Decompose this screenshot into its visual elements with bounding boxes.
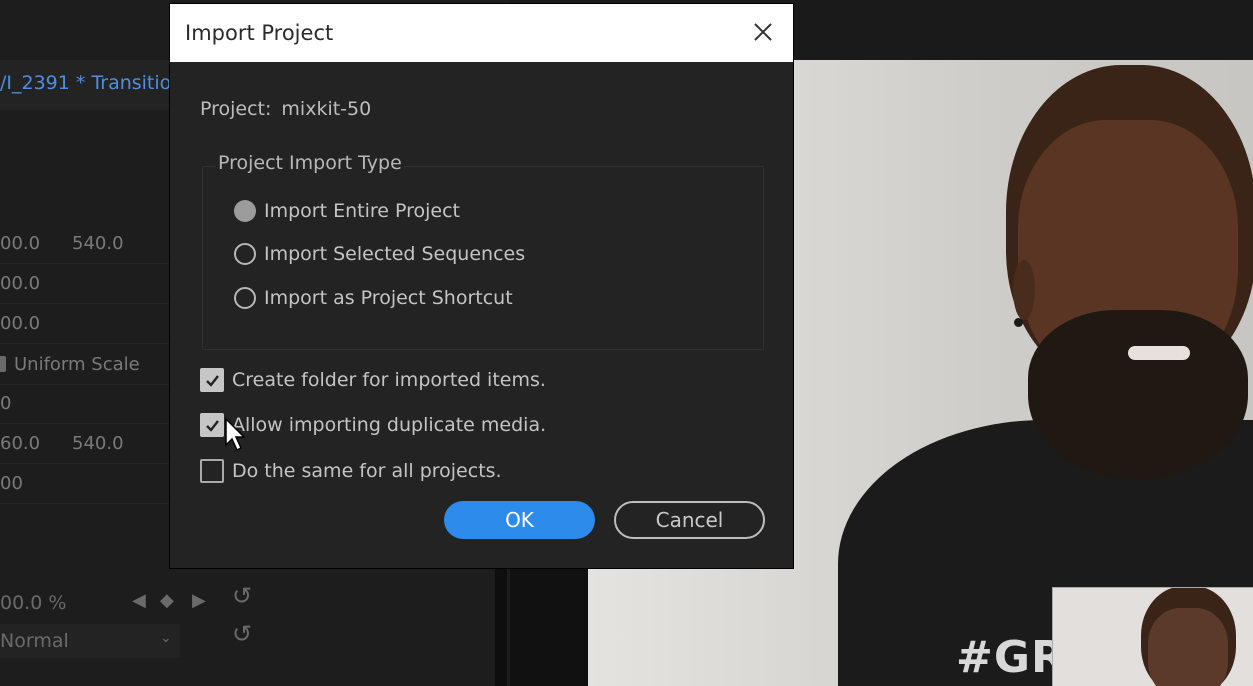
radio-label[interactable]: Import as Project Shortcut (264, 287, 513, 309)
rotation-value[interactable]: 0 (0, 393, 11, 414)
rotation-row: 0 (0, 383, 170, 424)
reset-icon[interactable]: ↺ (232, 582, 252, 610)
reset-icon[interactable]: ↺ (232, 620, 252, 648)
radio-import-selected-sequences[interactable]: Import Selected Sequences (234, 239, 525, 269)
dialog-titlebar: Import Project (170, 4, 793, 62)
scale-width-value[interactable]: 00.0 (0, 313, 40, 334)
project-name: mixkit-50 (281, 98, 372, 120)
scale-width-row: 00.0 (0, 303, 170, 344)
anchor-x-value[interactable]: 60.0 (0, 433, 40, 454)
checkbox-label[interactable]: Do the same for all projects. (232, 460, 502, 482)
position-x-value[interactable]: 00.0 (0, 233, 40, 254)
ok-button[interactable]: OK (444, 501, 595, 539)
uniform-scale-row: Uniform Scale (0, 344, 170, 385)
project-info: Project: mixkit-50 (200, 98, 371, 120)
uniform-scale-checkbox[interactable] (0, 356, 6, 372)
import-type-legend: Project Import Type (216, 152, 404, 174)
radio-import-as-shortcut[interactable]: Import as Project Shortcut (234, 283, 513, 313)
anchor-y-value[interactable]: 540.0 (72, 433, 124, 454)
chevron-down-icon: ⌄ (160, 630, 172, 646)
checkbox-label[interactable]: Create folder for imported items. (232, 369, 546, 391)
project-label: Project: (200, 98, 272, 120)
radio-import-entire-project[interactable]: Import Entire Project (234, 196, 460, 226)
anchor-row: 60.0 540.0 (0, 423, 170, 464)
import-project-dialog: Import Project Project: mixkit-50 Project… (170, 4, 793, 568)
radio-label[interactable]: Import Selected Sequences (264, 243, 525, 265)
flicker-row: 00 (0, 463, 170, 504)
mouse-cursor-icon (225, 417, 246, 452)
radio-label[interactable]: Import Entire Project (264, 200, 460, 222)
flicker-value[interactable]: 00 (0, 473, 23, 494)
position-y-value[interactable]: 540.0 (72, 233, 124, 254)
webcam-overlay (1052, 587, 1253, 686)
add-keyframe-icon[interactable]: ◆ (160, 590, 174, 611)
radio-button[interactable] (234, 243, 256, 265)
radio-button[interactable] (234, 287, 256, 309)
video-person-mouth (1128, 346, 1190, 360)
checkbox-same-for-all[interactable]: Do the same for all projects. (200, 456, 502, 486)
checkmark-icon (206, 375, 219, 387)
opacity-section: 00.0 % ◀ ◆ ▶ ↺ Normal ⌄ ↺ (0, 578, 270, 678)
scale-row: 00.0 (0, 263, 170, 304)
panel-divider (495, 560, 507, 686)
close-button[interactable] (748, 17, 778, 47)
uniform-scale-label: Uniform Scale (14, 354, 140, 375)
checkbox-checked[interactable] (200, 368, 224, 392)
webcam-person-face (1148, 608, 1228, 686)
scale-value[interactable]: 00.0 (0, 273, 40, 294)
checkbox-unchecked[interactable] (200, 459, 224, 483)
opacity-value[interactable]: 00.0 % (0, 592, 66, 614)
cancel-button[interactable]: Cancel (614, 501, 765, 539)
radio-button-selected[interactable] (234, 200, 256, 222)
sequence-tab-label[interactable]: /I_2391 * Transitio (0, 72, 171, 94)
checkbox-allow-duplicates[interactable]: Allow importing duplicate media. (200, 410, 546, 440)
next-keyframe-icon[interactable]: ▶ (192, 590, 206, 611)
dialog-title: Import Project (185, 21, 334, 45)
blend-mode-value: Normal (0, 630, 69, 652)
prev-keyframe-icon[interactable]: ◀ (132, 590, 146, 611)
checkbox-label[interactable]: Allow importing duplicate media. (232, 414, 546, 436)
close-icon (754, 23, 772, 41)
position-row: 00.0 540.0 (0, 223, 170, 264)
video-person-earring (1014, 318, 1023, 327)
video-person-beard (1028, 310, 1248, 480)
checkbox-checked[interactable] (200, 413, 224, 437)
checkmark-icon (206, 420, 219, 432)
video-person-ear (1013, 260, 1035, 320)
checkbox-create-folder[interactable]: Create folder for imported items. (200, 365, 546, 395)
